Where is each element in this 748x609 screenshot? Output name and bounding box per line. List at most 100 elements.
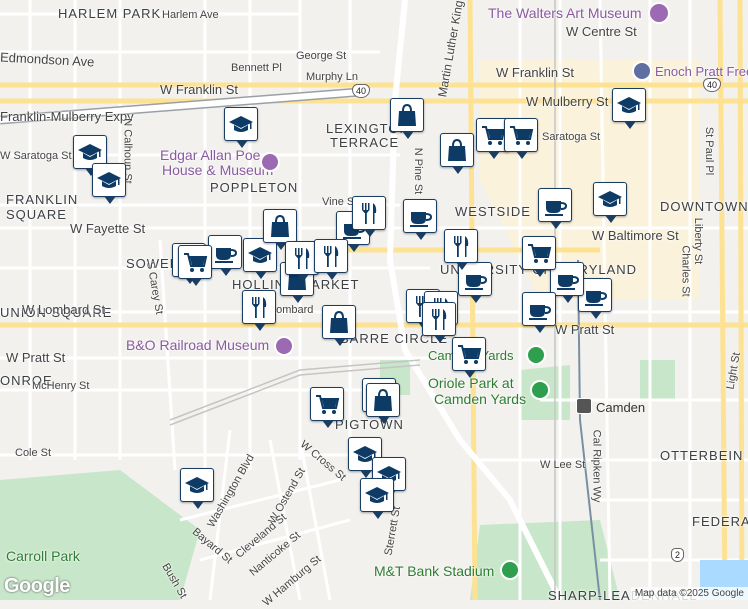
map-pin-school[interactable] — [360, 478, 394, 519]
map-pin-shop[interactable] — [322, 305, 356, 346]
street-label: Lombard — [270, 304, 314, 316]
route-2-shield: 2 — [671, 548, 685, 562]
poi-label-pratt[interactable]: Enoch Pratt Free — [655, 64, 748, 79]
restaurant-icon — [324, 246, 339, 267]
map-pin-school[interactable] — [92, 163, 126, 204]
grocery-cart-icon — [458, 345, 482, 364]
restaurant-icon — [362, 203, 377, 224]
school-icon — [248, 247, 272, 263]
neighborhood-label: OTTERBEIN — [660, 448, 744, 463]
map-pin-shop[interactable] — [263, 209, 297, 250]
neighborhood-label: HARLEM PARK — [58, 6, 162, 21]
map-pin-cart[interactable] — [504, 118, 538, 159]
street-label: Franklin-Mulberry Expy — [0, 109, 134, 124]
shopping-bag-icon — [448, 138, 466, 161]
street-label: Saratoga St — [542, 131, 601, 143]
school-icon — [185, 477, 209, 493]
stadium-icon[interactable] — [526, 345, 546, 365]
grocery-cart-icon — [316, 395, 340, 414]
grocery-cart-icon — [184, 253, 208, 272]
map-pin-shop[interactable] — [366, 383, 400, 424]
grocery-cart-icon — [482, 126, 506, 145]
poi-label-walters[interactable]: The Walters Art Museum — [488, 5, 642, 21]
street-label: W Lee St — [540, 459, 586, 471]
map-pin-cafe[interactable] — [522, 292, 556, 333]
stadium-icon[interactable] — [530, 380, 550, 400]
neighborhood-label: DOWNTOWN — [660, 199, 748, 214]
map-pin-restaurant[interactable] — [314, 239, 348, 280]
map-attribution: Map data ©2025 Google — [630, 587, 748, 600]
street-label: W Pratt St — [555, 322, 615, 337]
school-icon — [617, 97, 641, 113]
street-label: Charles St — [679, 245, 692, 297]
library-icon[interactable] — [632, 61, 652, 81]
street-label: W Baltimore St — [592, 228, 679, 243]
street-label: Harlem Ave — [162, 9, 219, 21]
poi-label-mt-bank[interactable]: M&T Bank Stadium — [374, 563, 494, 579]
poi-label-bo[interactable]: B&O Railroad Museum — [126, 337, 269, 353]
map-pin-cart[interactable] — [178, 245, 212, 286]
map-pin-shop[interactable] — [390, 98, 424, 139]
map-pin-cafe[interactable] — [403, 199, 437, 240]
neighborhood-label: PIGTOWN — [335, 417, 404, 432]
grocery-cart-icon — [528, 244, 552, 263]
museum-icon[interactable] — [648, 2, 670, 24]
street-label: W Centre St — [566, 24, 637, 39]
map-pin-restaurant[interactable] — [352, 196, 386, 237]
school-icon — [78, 144, 102, 160]
neighborhood-label: SQUARE — [6, 207, 67, 222]
museum-icon[interactable] — [260, 152, 280, 172]
shopping-bag-icon — [398, 103, 416, 126]
map-pin-restaurant[interactable] — [444, 229, 478, 270]
map-pin-school[interactable] — [593, 182, 627, 223]
school-icon — [598, 191, 622, 207]
cafe-icon — [585, 291, 608, 306]
map-pin-school[interactable] — [243, 238, 277, 279]
map-pin-cafe[interactable] — [538, 188, 572, 229]
street-label: W Pratt St — [6, 350, 66, 365]
map-pin-restaurant[interactable] — [242, 290, 276, 331]
map-pin-restaurant[interactable] — [422, 302, 456, 343]
street-label: Murphy Ln — [306, 71, 358, 83]
map-pin-cart[interactable] — [310, 387, 344, 428]
neighborhood-label: TERRACE — [330, 135, 400, 150]
poi-label-poe-2[interactable]: House & Museum — [162, 162, 273, 178]
street-label: N Pine St — [412, 147, 425, 195]
street-label: George St — [296, 50, 347, 62]
map-pin-cart[interactable] — [452, 337, 486, 378]
neighborhood-label: WESTSIDE — [455, 204, 531, 219]
restaurant-icon — [454, 236, 469, 257]
poi-label-camden[interactable]: Camden — [596, 400, 645, 415]
poi-label-oriole-2[interactable]: Camden Yards — [434, 391, 526, 407]
map-pin-cart[interactable] — [522, 236, 556, 277]
street-label: W Fayette St — [70, 221, 146, 236]
map-pin-shop[interactable] — [440, 133, 474, 174]
restaurant-icon — [295, 248, 310, 269]
museum-icon[interactable] — [274, 336, 294, 356]
train-station-icon[interactable] — [576, 398, 592, 414]
street-label: McHenry St — [32, 380, 90, 392]
street-label: W Franklin St — [496, 65, 575, 80]
street-label: Bennett Pl — [231, 62, 282, 74]
neighborhood-label: POPPLETON — [210, 180, 299, 195]
stadium-icon[interactable] — [500, 560, 520, 580]
poi-label-carroll-park[interactable]: Carroll Park — [6, 548, 80, 564]
shopping-bag-icon — [374, 388, 392, 411]
school-icon — [97, 172, 121, 188]
grocery-cart-icon — [510, 126, 534, 145]
cafe-icon — [215, 248, 238, 263]
map-pin-school[interactable] — [224, 107, 258, 148]
shopping-bag-icon — [271, 214, 289, 237]
map-pin-cafe[interactable] — [208, 235, 242, 276]
poi-label-poe-1[interactable]: Edgar Allan Poe — [160, 147, 260, 163]
restaurant-icon — [252, 297, 267, 318]
street-label: W Mulberry St — [526, 94, 609, 109]
school-icon — [365, 487, 389, 503]
map-pin-school[interactable] — [612, 88, 646, 129]
google-logo: Google — [4, 575, 70, 597]
street-label: W Franklin St — [160, 82, 239, 97]
street-label: Cal Ripken Wy — [590, 429, 603, 503]
cafe-icon — [545, 201, 568, 216]
map-pin-school[interactable] — [180, 468, 214, 509]
cafe-icon — [529, 305, 552, 320]
